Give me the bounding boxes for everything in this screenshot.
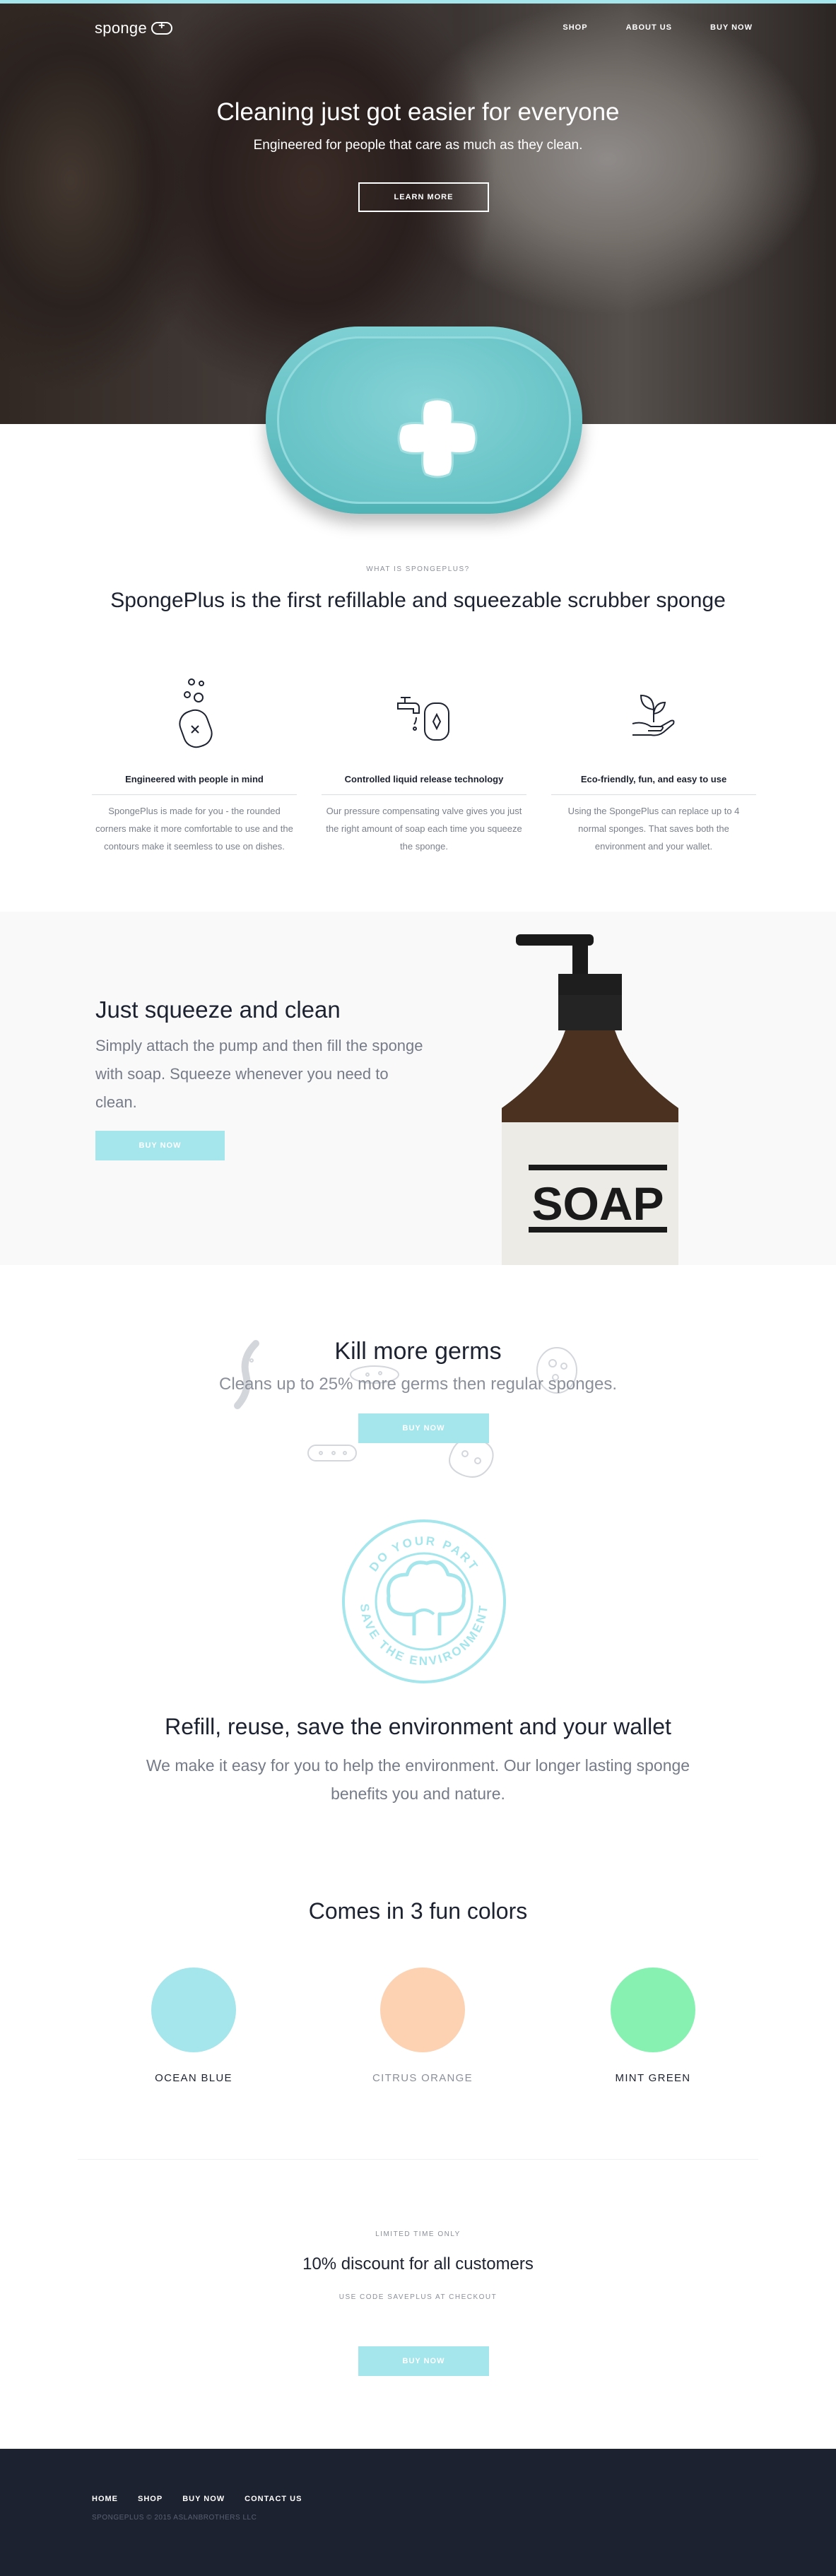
learn-more-button[interactable]: LEARN MORE: [358, 182, 489, 212]
footer-link-contact-us[interactable]: CONTACT US: [245, 2495, 302, 2503]
feature-text: Using the SpongePlus can replace up to 4…: [567, 806, 740, 852]
squeeze-text: Simply attach the pump and then fill the…: [95, 1037, 423, 1111]
nav-links: SHOP ABOUT US BUY NOW: [563, 23, 753, 32]
environment-title: Refill, reuse, save the environment and …: [165, 1714, 671, 1739]
feature-title: Controlled liquid release technology: [322, 774, 526, 795]
promo-eyebrow: LIMITED TIME ONLY: [375, 2230, 461, 2238]
footer: HOME SHOP BUY NOW CONTACT US SPONGEPLUS …: [0, 2449, 836, 2576]
nav-link-buy-now[interactable]: BUY NOW: [710, 23, 753, 32]
footer-link-buy-now[interactable]: BUY NOW: [182, 2495, 225, 2503]
section-divider: [78, 2159, 758, 2160]
features-list: Engineered with people in mind SpongePlu…: [92, 675, 756, 855]
bottle-label: SOAP: [531, 1177, 664, 1230]
hero-title: Cleaning just got easier for everyone: [216, 98, 620, 126]
sponge-plus-icon: [397, 398, 478, 478]
color-label-citrus-orange: CITRUS ORANGE: [372, 2072, 473, 2084]
squeeze-title: Just squeeze and clean: [95, 996, 341, 1023]
footer-link-shop[interactable]: SHOP: [138, 2495, 163, 2503]
logo-text: sponge: [95, 19, 147, 37]
color-swatch-ocean-blue[interactable]: [151, 1968, 236, 2052]
intro-headline: SpongePlus is the first refillable and s…: [110, 589, 726, 612]
feature-title: Engineered with people in mind: [92, 774, 297, 795]
intro-section: WHAT IS SPONGEPLUS? SpongePlus is the fi…: [0, 565, 836, 613]
color-label-ocean-blue: OCEAN BLUE: [155, 2072, 232, 2084]
colors-title: Comes in 3 fun colors: [308, 1898, 528, 1924]
sponge-product-image: [266, 327, 582, 514]
squeeze-section: Just squeeze and clean Simply attach the…: [0, 912, 836, 1265]
feature-title: Eco-friendly, fun, and easy to use: [551, 774, 756, 795]
soap-bottle-image: SOAP: [502, 934, 678, 1265]
top-nav: sponge SHOP ABOUT US BUY NOW: [0, 19, 836, 40]
plant-hand-icon: [632, 694, 675, 736]
buy-now-button[interactable]: BUY NOW: [95, 1131, 225, 1160]
nav-link-about-us[interactable]: ABOUT US: [626, 23, 672, 32]
logo-pill-icon: [151, 20, 172, 35]
faucet-sponge-icon: [397, 697, 449, 741]
feature-card: Controlled liquid release technology Our…: [322, 675, 526, 855]
germs-title: Kill more germs: [334, 1338, 502, 1365]
footer-links: HOME SHOP BUY NOW CONTACT US: [92, 2495, 302, 2503]
color-swatch-mint-green[interactable]: [611, 1968, 695, 2052]
buy-now-button[interactable]: BUY NOW: [358, 2346, 489, 2376]
promo-code-text: USE CODE SAVEPLUS AT CHECKOUT: [338, 2293, 498, 2301]
footer-link-home[interactable]: HOME: [92, 2495, 118, 2503]
promo-title: 10% discount for all customers: [302, 2254, 534, 2274]
germ-icon: [307, 1445, 357, 1462]
eco-badge-icon: DO YOUR PART SAVE THE ENVIRONMENT: [342, 1519, 506, 1683]
logo[interactable]: sponge: [95, 19, 172, 37]
intro-eyebrow: WHAT IS SPONGEPLUS?: [366, 565, 470, 573]
environment-text: We make it easy for you to help the envi…: [146, 1756, 690, 1803]
color-label-mint-green: MINT GREEN: [615, 2072, 691, 2084]
hero-subtitle: Engineered for people that care as much …: [253, 138, 583, 153]
feature-card: Eco-friendly, fun, and easy to use Using…: [551, 675, 756, 855]
buy-now-button[interactable]: BUY NOW: [358, 1413, 489, 1443]
nav-link-shop[interactable]: SHOP: [563, 23, 587, 32]
feature-text: Our pressure compensating valve gives yo…: [326, 806, 522, 852]
footer-copyright: SPONGEPLUS © 2015 ASLANBROTHERS LLC: [92, 2514, 257, 2522]
color-swatch-citrus-orange[interactable]: [380, 1968, 465, 2052]
feature-text: SpongePlus is made for you - the rounded…: [95, 806, 293, 852]
feature-card: Engineered with people in mind SpongePlu…: [92, 675, 297, 855]
soap-bubbles-icon: [179, 678, 213, 748]
germs-text: Cleans up to 25% more germs then regular…: [219, 1375, 617, 1394]
germs-section: Kill more germs Cleans up to 25% more ge…: [0, 1311, 836, 1495]
